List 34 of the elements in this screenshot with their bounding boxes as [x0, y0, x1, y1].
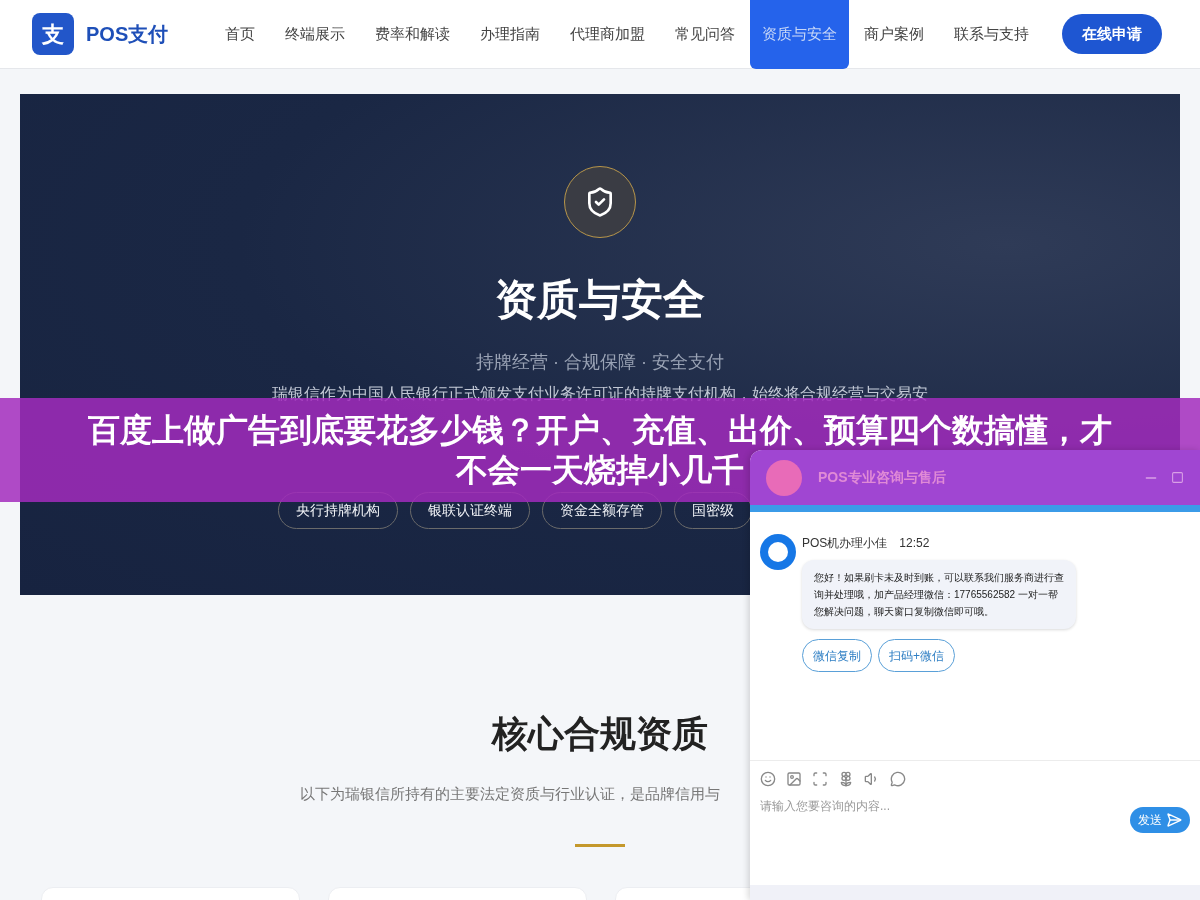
support-avatar — [760, 534, 796, 570]
logo-mark: 支 — [32, 13, 74, 55]
nav-link[interactable]: 代理商加盟 — [555, 0, 661, 69]
chat-bubbles-icon[interactable] — [890, 771, 906, 787]
headline-text: 不会一天烧掉小几千 — [456, 451, 744, 490]
nav-link[interactable]: 办理指南 — [465, 0, 556, 69]
sender-name: POS机办理小佳 — [802, 535, 888, 552]
accent-rule — [575, 843, 625, 847]
headline-text: 百度上做广告到底要花多少钱？开户、充值、出价、预算四个数搞懂，才 — [88, 411, 1112, 450]
section-subtitle: 以下为瑞银信所持有的主要法定资质与行业认证，是品牌信用与 — [300, 784, 720, 804]
hero-subtitle: 持牌经营 · 合规保障 · 安全支付 — [476, 351, 724, 374]
nav-link[interactable]: 常见问答 — [660, 0, 751, 69]
nav-link[interactable]: 费率和解读 — [360, 0, 466, 69]
hero-title: 资质与安全 — [495, 275, 705, 325]
agent-avatar — [766, 459, 802, 496]
flower-icon[interactable] — [838, 771, 854, 787]
hero-paragraph-line: 瑞银信作为中国人民银行正式颁发支付业务许可证的持牌支付机构，始终将合规经营与交易安 — [272, 384, 928, 404]
send-icon — [1166, 812, 1182, 828]
emoji-icon[interactable] — [760, 771, 776, 787]
nav-link[interactable]: 资质与安全 — [750, 0, 850, 69]
maximize-icon[interactable] — [1171, 471, 1184, 484]
nav-link[interactable]: 首页 — [210, 0, 271, 69]
nav-link[interactable]: 联系与支持 — [939, 0, 1045, 69]
nav-link[interactable]: 终端展示 — [270, 0, 361, 69]
nav-link[interactable]: 商户案例 — [849, 0, 940, 69]
chat-title: POS专业咨询与售后 — [818, 468, 946, 487]
image-icon[interactable] — [786, 771, 802, 787]
screenshot-icon[interactable] — [812, 771, 828, 787]
logo-text: POS支付 — [86, 22, 169, 47]
apply-online-button[interactable]: 在线申请 — [1062, 14, 1162, 54]
section-title: 核心合规资质 — [492, 712, 708, 756]
message-bubble: 您好！如果刷卡未及时到账，可以联系我们服务商进行查询并处理哦，加产品经理微信：17765562582 一对一帮您解决问题，聊天窗口复制微信即可哦。 — [802, 560, 1076, 629]
message-input[interactable]: 请输入您要咨询的内容... — [760, 797, 1130, 815]
message-time: 12:52 — [899, 535, 930, 552]
